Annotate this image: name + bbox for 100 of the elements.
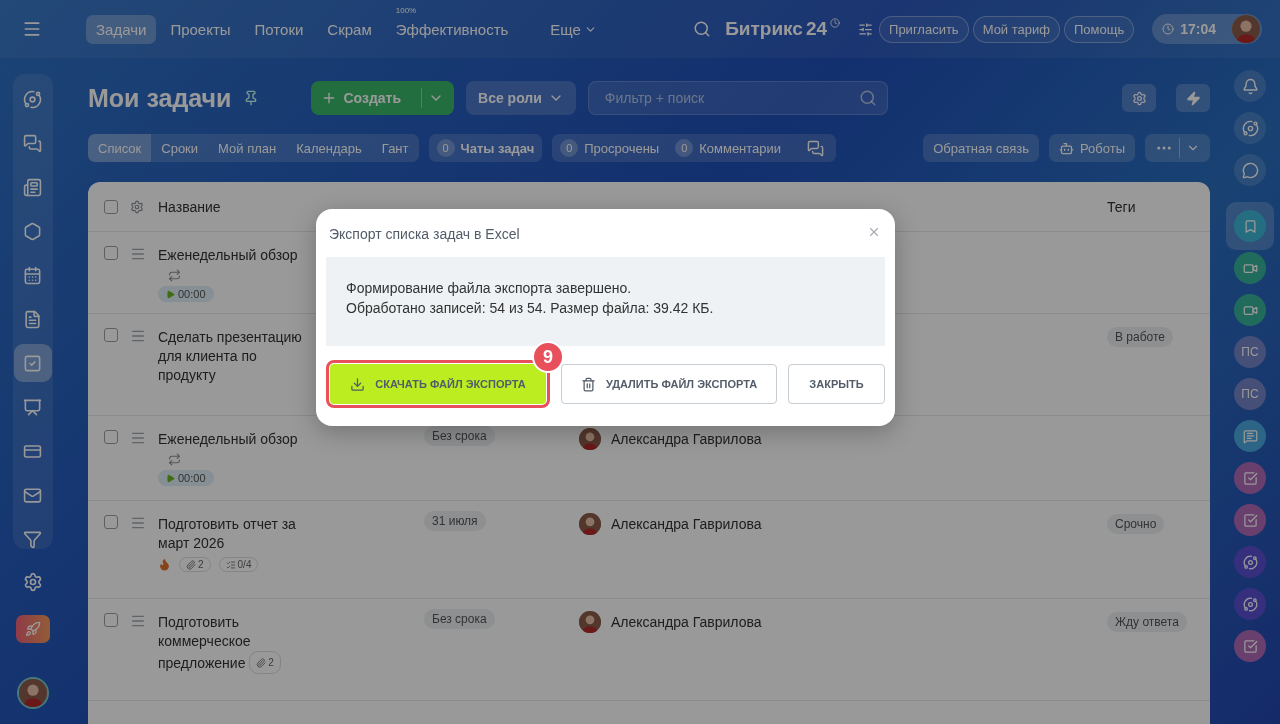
task-title[interactable]: Сделать презентацию для клиента по продукту — [158, 328, 308, 385]
filter-placeholder: Фильтр + поиск — [604, 90, 705, 106]
sliders-button[interactable] — [858, 21, 874, 37]
gear-icon — [1131, 90, 1147, 106]
close-icon — [867, 225, 881, 239]
assignee-avatar — [579, 428, 601, 450]
drag-handle-icon[interactable] — [130, 515, 146, 531]
delete-button[interactable]: УДАЛИТЬ ФАЙЛ ЭКСПОРТА — [561, 364, 777, 404]
close-button[interactable] — [867, 225, 881, 239]
profile-avatar — [18, 679, 47, 707]
percent-label: 100% — [395, 5, 417, 15]
nav-tab[interactable]: Проекты — [160, 14, 241, 44]
tab-label: Задачи — [96, 20, 147, 38]
user-avatar — [1232, 15, 1260, 43]
dialog-title: Экспорт списка задач в Excel — [329, 226, 520, 244]
mail-icon — [23, 485, 42, 505]
counter-button[interactable]: 0 Чаты задач — [428, 134, 543, 162]
chat-avatar[interactable] — [1234, 630, 1266, 662]
row-checkbox[interactable] — [104, 328, 118, 342]
task-title[interactable]: Подготовить коммерческое предложение 2 — [158, 613, 308, 674]
task-title[interactable]: Подготовить отчет за март 2026 — [158, 515, 308, 553]
chat-avatar[interactable] — [1234, 504, 1266, 536]
docs-icon — [23, 309, 42, 329]
task-title[interactable]: Еженедельный обзор — [158, 430, 308, 449]
groups-icon — [23, 221, 42, 241]
nav-tab[interactable]: Потоки — [244, 14, 314, 44]
counter-label: Просрочены — [584, 140, 660, 156]
chats-icon[interactable] — [807, 139, 825, 157]
menu-button[interactable] — [22, 19, 42, 39]
close-button[interactable]: ЗАКРЫТЬ — [788, 364, 885, 404]
row-checkbox[interactable] — [104, 430, 118, 444]
paperclip-icon — [186, 559, 196, 570]
counter-button[interactable]: 0 Просрочены — [552, 134, 668, 162]
tag-chip[interactable]: Жду ответа — [1107, 612, 1187, 632]
row-checkbox[interactable] — [104, 613, 118, 627]
search-button[interactable] — [693, 20, 712, 38]
menu-icon — [22, 19, 42, 39]
timer-chip[interactable]: 00:00 — [158, 286, 214, 302]
chat-avatar[interactable] — [1234, 252, 1266, 284]
task-title[interactable]: Еженедельный обзор — [158, 246, 308, 265]
column-header[interactable]: Название — [158, 199, 221, 215]
counter-label: Комментарии — [699, 140, 782, 156]
download-button[interactable]: СКАЧАТЬ ФАЙЛ ЭКСПОРТА — [330, 364, 546, 404]
drag-handle-icon[interactable] — [130, 430, 146, 446]
timer-chip[interactable]: 00:00 — [158, 470, 214, 486]
tab-label: Проекты — [170, 20, 231, 38]
view-tab[interactable]: Гант — [371, 134, 419, 162]
bell-icon — [1241, 77, 1259, 95]
rocket-button[interactable] — [15, 615, 50, 643]
create-button[interactable]: Создать — [311, 81, 455, 115]
drag-handle-icon[interactable] — [130, 328, 146, 344]
deadline-chip[interactable]: Без срока — [424, 426, 495, 446]
button-label: ЗАКРЫТЬ — [809, 378, 864, 390]
chat-avatar[interactable] — [1234, 588, 1266, 620]
select-all-checkbox[interactable] — [104, 200, 118, 214]
chat-icon — [1241, 161, 1259, 179]
drag-handle-icon[interactable] — [130, 613, 146, 629]
nav-tab[interactable]: Скрам — [317, 14, 382, 44]
assignee-name[interactable]: Александра Гаврилова — [611, 516, 762, 532]
assignee-name[interactable]: Александра Гаврилова — [611, 431, 762, 447]
robot-icon — [1058, 140, 1074, 156]
chat-avatar[interactable] — [1234, 546, 1266, 578]
logo-name: Битрикс — [725, 18, 803, 40]
logo-number: 24 — [805, 18, 828, 40]
deadline-chip[interactable]: 31 июля — [424, 511, 486, 531]
button-label: СКАЧАТЬ ФАЙЛ ЭКСПОРТА — [375, 378, 526, 390]
view-tab[interactable]: Сроки — [151, 134, 209, 162]
gear-icon — [22, 572, 43, 592]
gear-icon[interactable] — [130, 200, 144, 214]
counter-button[interactable]: 0 Комментарии — [667, 134, 790, 162]
tag-chip[interactable]: В работе — [1107, 327, 1173, 347]
chat-avatar[interactable] — [1234, 294, 1266, 326]
calendar-icon — [23, 265, 42, 285]
chat-avatar[interactable]: ПС — [1234, 336, 1266, 368]
assignee-name[interactable]: Александра Гаврилова — [611, 614, 762, 630]
rocket-icon — [24, 621, 41, 637]
row-checkbox[interactable] — [104, 246, 118, 260]
more-icon — [1155, 145, 1173, 151]
view-tab[interactable]: Мой план — [208, 134, 287, 162]
nav-tab[interactable]: Еще — [540, 14, 607, 44]
counter-label: Чаты задач — [460, 140, 535, 156]
chat-avatar[interactable] — [1234, 420, 1266, 452]
feed-icon — [23, 89, 42, 109]
tag-chip[interactable]: Срочно — [1107, 514, 1165, 534]
task-icon — [1242, 512, 1258, 528]
page-title: Мои задачи — [88, 83, 232, 113]
create-label: Создать — [343, 90, 402, 106]
drag-handle-icon[interactable] — [130, 246, 146, 262]
copilot-icon — [1242, 596, 1258, 612]
chat-avatar[interactable]: ПС — [1234, 378, 1266, 410]
chat-avatar[interactable] — [1234, 210, 1266, 242]
view-tab[interactable]: Календарь — [286, 134, 372, 162]
deadline-chip[interactable]: Без срока — [424, 609, 495, 629]
column-header[interactable]: Теги — [1107, 199, 1136, 215]
play-icon — [166, 473, 175, 483]
chat-icon — [23, 133, 42, 153]
chat-avatar[interactable] — [1234, 462, 1266, 494]
worktime-label: 17:04 — [1180, 21, 1216, 37]
button-label: УДАЛИТЬ ФАЙЛ ЭКСПОРТА — [605, 378, 758, 390]
row-checkbox[interactable] — [104, 515, 118, 529]
